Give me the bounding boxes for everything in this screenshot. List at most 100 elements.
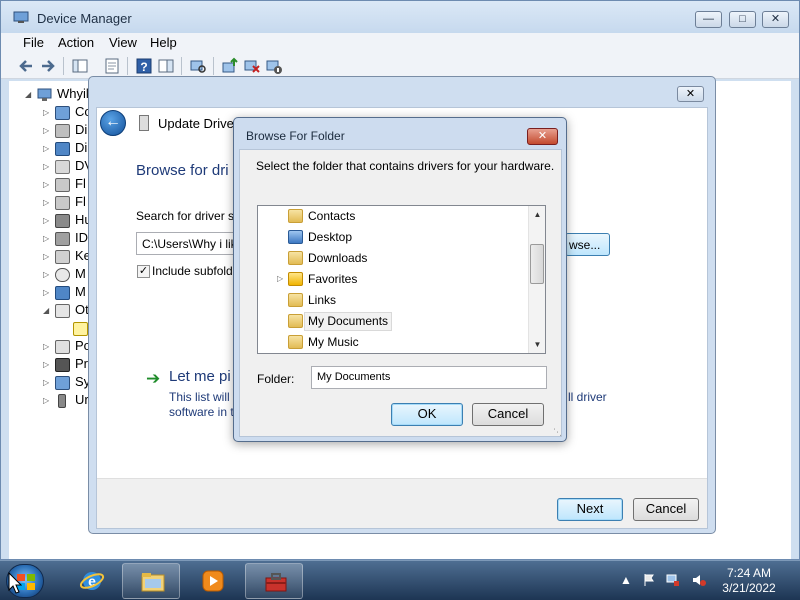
console-tree-icon[interactable] <box>71 57 89 75</box>
expand-arrow-icon[interactable]: ▷ <box>43 108 49 117</box>
collapse-arrow-icon[interactable]: ◢ <box>43 306 49 315</box>
tree-root-label: Whyil <box>57 86 89 101</box>
scan-hardware-icon[interactable] <box>189 57 207 75</box>
toolbar-separator <box>63 57 64 75</box>
links-folder-icon <box>288 293 303 307</box>
expand-arrow-icon[interactable]: ▷ <box>43 342 49 351</box>
back-button[interactable]: ← <box>100 110 126 136</box>
volume-muted-icon[interactable] <box>692 573 706 587</box>
folder-label: Contacts <box>308 209 356 223</box>
expand-arrow-icon[interactable]: ▷ <box>277 274 283 283</box>
include-subfolders-checkbox[interactable]: ✓ <box>137 265 150 278</box>
contacts-folder-icon <box>288 209 303 223</box>
browse-button[interactable]: wse... <box>565 233 610 256</box>
menu-view[interactable]: View <box>109 35 137 50</box>
disable-device-icon[interactable] <box>265 57 283 75</box>
expand-arrow-icon[interactable]: ▷ <box>43 126 49 135</box>
forward-arrow-icon[interactable] <box>39 57 57 75</box>
expand-arrow-icon[interactable]: ▷ <box>43 252 49 261</box>
properties-icon[interactable] <box>103 57 121 75</box>
uninstall-device-icon[interactable] <box>243 57 261 75</box>
tree-item-label: M <box>75 266 86 281</box>
driver-path-input[interactable]: C:\Users\Why i like <box>136 232 242 255</box>
dialog-cancel-button[interactable]: Cancel <box>472 403 544 426</box>
tree-item-label: Pr <box>75 356 88 371</box>
expand-arrow-icon[interactable]: ▷ <box>43 288 49 297</box>
back-arrow-icon[interactable] <box>17 57 35 75</box>
other-devices-icon <box>55 304 70 318</box>
clock-date[interactable]: 3/21/2022 <box>705 581 793 595</box>
device-manager-icon <box>13 11 29 23</box>
taskbar-windows-explorer[interactable] <box>122 563 180 599</box>
wizard-cancel-button[interactable]: Cancel <box>633 498 699 521</box>
search-location-label: Search for driver so <box>136 209 240 223</box>
scrollbar-thumb[interactable] <box>530 244 544 284</box>
taskbar-device-manager[interactable] <box>245 563 303 599</box>
folder-item-favorites[interactable]: ▷ Favorites <box>258 269 528 290</box>
show-hidden-icons-arrow-icon[interactable]: ▲ <box>620 573 634 587</box>
folder-name-input[interactable]: My Documents <box>311 366 547 389</box>
folder-tree-scrollbar[interactable]: ▲ ▼ <box>528 206 545 353</box>
folder-item-my-documents[interactable]: My Documents <box>258 311 528 332</box>
mouse-icon <box>55 268 70 282</box>
menu-bar: File Action View Help <box>1 33 799 53</box>
next-button[interactable]: Next <box>557 498 623 521</box>
action-pane-icon[interactable] <box>157 57 175 75</box>
close-button[interactable]: ✕ <box>762 11 789 28</box>
downloads-folder-icon <box>288 251 303 265</box>
ok-button[interactable]: OK <box>391 403 463 426</box>
menu-action[interactable]: Action <box>58 35 94 50</box>
folder-item-downloads[interactable]: Downloads <box>258 248 528 269</box>
expand-arrow-icon[interactable]: ▷ <box>43 144 49 153</box>
expand-arrow-icon[interactable]: ▷ <box>43 360 49 369</box>
menu-file[interactable]: File <box>23 35 44 50</box>
folder-tree: Contacts Desktop Downloads ▷ Favorites L… <box>257 205 546 354</box>
expand-arrow-icon[interactable]: ▷ <box>43 216 49 225</box>
let-me-pick-description: This list will s <box>169 390 237 404</box>
expand-arrow-icon[interactable]: ▷ <box>43 180 49 189</box>
maximize-icon: □ <box>739 13 746 25</box>
tree-item-label: Ot <box>75 302 89 317</box>
expand-arrow-icon[interactable]: ▷ <box>43 198 49 207</box>
folder-item-my-music[interactable]: My Music <box>258 332 528 353</box>
display-adapter-icon <box>55 142 70 156</box>
desktop-folder-icon <box>288 230 303 244</box>
device-manager-toolbox-icon <box>265 573 287 592</box>
resize-grip-icon[interactable]: ⋱ <box>553 427 562 438</box>
folder-item-contacts[interactable]: Contacts <box>258 206 528 227</box>
ide-controller-icon <box>55 232 70 246</box>
expand-arrow-icon[interactable]: ▷ <box>43 162 49 171</box>
expand-arrow-icon[interactable]: ▷ <box>43 270 49 279</box>
keyboard-icon <box>55 250 70 264</box>
collapse-arrow-icon[interactable]: ◢ <box>25 90 31 99</box>
folder-item-desktop[interactable]: Desktop <box>258 227 528 248</box>
hid-icon <box>55 214 70 228</box>
network-icon[interactable] <box>666 573 680 587</box>
scroll-up-arrow-icon[interactable]: ▲ <box>529 206 545 223</box>
minimize-button[interactable]: — <box>695 11 722 28</box>
toolbar-separator <box>213 57 214 75</box>
disk-drive-icon <box>55 124 70 138</box>
expand-arrow-icon[interactable]: ▷ <box>43 234 49 243</box>
scroll-down-arrow-icon[interactable]: ▼ <box>529 336 545 353</box>
help-icon[interactable]: ? <box>135 57 153 75</box>
maximize-button[interactable]: □ <box>729 11 756 28</box>
action-center-flag-icon[interactable] <box>642 573 656 587</box>
folder-field-label: Folder: <box>257 372 295 386</box>
device-manager-titlebar[interactable]: Device Manager — □ ✕ <box>1 1 799 33</box>
menu-help[interactable]: Help <box>150 35 177 50</box>
expand-arrow-icon[interactable]: ▷ <box>43 378 49 387</box>
device-icon <box>139 115 149 131</box>
let-me-pick-description-line2: software in t <box>169 405 234 419</box>
tree-item-label: Fl <box>75 176 86 191</box>
update-driver-icon[interactable] <box>221 57 239 75</box>
dialog-close-button[interactable]: ✕ <box>527 128 558 145</box>
folder-item-links[interactable]: Links <box>258 290 528 311</box>
taskbar-media-player[interactable] <box>183 563 239 599</box>
system-devices-icon <box>55 376 70 390</box>
wizard-close-button[interactable]: ✕ <box>677 86 704 102</box>
taskbar-internet-explorer[interactable]: e <box>62 563 118 599</box>
let-me-pick-link[interactable]: Let me pi <box>169 368 237 385</box>
clock-time[interactable]: 7:24 AM <box>705 566 793 580</box>
expand-arrow-icon[interactable]: ▷ <box>43 396 49 405</box>
